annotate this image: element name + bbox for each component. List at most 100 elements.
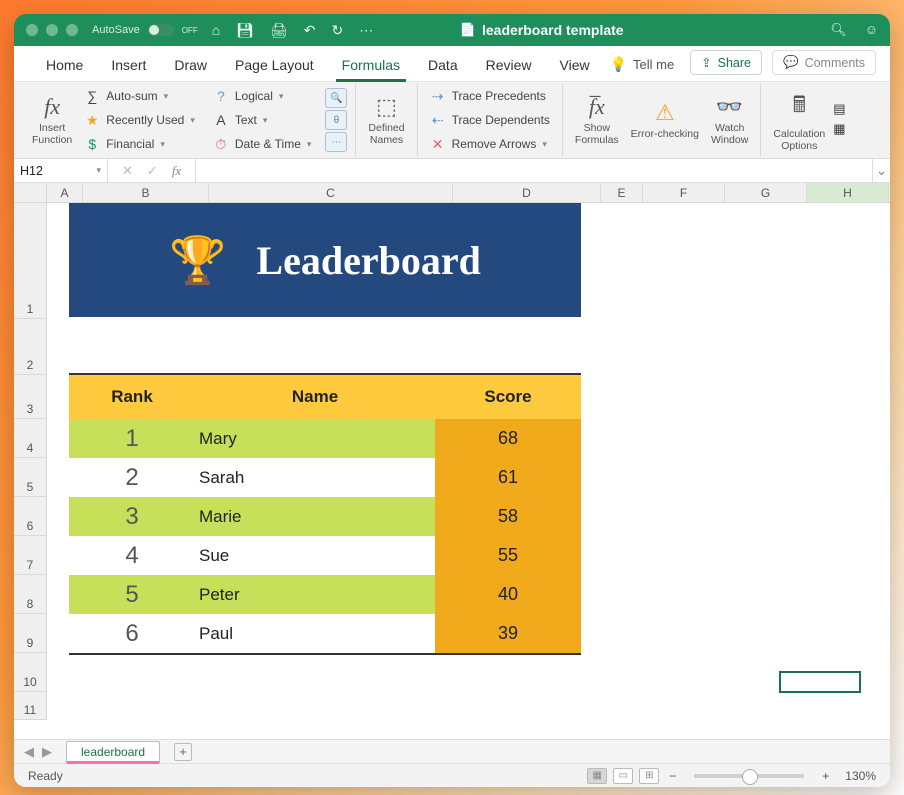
fx-icon[interactable]: fx — [172, 163, 181, 179]
search-icon[interactable]: 🔍︎ — [830, 22, 847, 38]
cell-rank[interactable]: 4 — [69, 542, 195, 570]
row-header-2[interactable]: 2 — [14, 319, 47, 375]
trace-precedents-button[interactable]: ⇢Trace Precedents — [426, 85, 554, 107]
header-score: Score — [435, 387, 581, 407]
save-icon[interactable]: 💾︎ — [236, 22, 254, 39]
accept-formula-icon[interactable]: ✓ — [147, 163, 158, 179]
row-header-10[interactable]: 10 — [14, 653, 47, 692]
autosave-toggle[interactable]: AutoSave OFF — [92, 24, 198, 36]
cell-score[interactable]: 58 — [435, 497, 581, 536]
minimize-window-button[interactable] — [46, 24, 58, 36]
cancel-formula-icon[interactable]: ✕ — [122, 163, 133, 179]
cell-rank[interactable]: 6 — [69, 620, 195, 648]
row-header-4[interactable]: 4 — [14, 419, 47, 458]
name-box[interactable]: H12 ▾ — [14, 159, 108, 182]
row-header-9[interactable]: 9 — [14, 614, 47, 653]
tab-page-layout[interactable]: Page Layout — [221, 57, 328, 81]
tab-formulas[interactable]: Formulas — [328, 57, 414, 81]
show-formulas-button[interactable]: f̅x Show Formulas — [571, 94, 623, 146]
cell-score[interactable]: 39 — [435, 614, 581, 653]
cell-name[interactable]: Sue — [195, 546, 435, 566]
cell-score[interactable]: 61 — [435, 458, 581, 497]
normal-view-button[interactable]: ▦ — [587, 768, 607, 784]
expand-formula-bar[interactable]: ⌄ — [872, 159, 890, 182]
autosum-button[interactable]: ∑Auto-sum▾ — [80, 85, 199, 107]
row-header-3[interactable]: 3 — [14, 375, 47, 419]
comments-button[interactable]: 💬 Comments — [772, 50, 876, 75]
maximize-window-button[interactable] — [66, 24, 78, 36]
defined-names-button[interactable]: ⬚ Defined Names — [364, 94, 408, 146]
cell-score[interactable]: 68 — [435, 419, 581, 458]
select-all-corner[interactable] — [14, 183, 47, 202]
math-button[interactable]: θ — [325, 110, 347, 130]
calc-sheet-button[interactable]: ▦ — [833, 121, 851, 139]
recently-used-button[interactable]: ★Recently Used▾ — [80, 109, 199, 131]
page-layout-view-button[interactable]: ▭ — [613, 768, 633, 784]
column-header-F[interactable]: F — [643, 183, 725, 202]
trace-dependents-button[interactable]: ⇠Trace Dependents — [426, 109, 554, 131]
watch-window-button[interactable]: 👓 Watch Window — [707, 94, 752, 146]
calculation-options-button[interactable]: 🖩 Calculation Options — [769, 88, 829, 152]
column-header-E[interactable]: E — [601, 183, 643, 202]
row-header-11[interactable]: 11 — [14, 692, 47, 720]
cell-name[interactable]: Paul — [195, 624, 435, 644]
sheet-tab-leaderboard[interactable]: leaderboard — [66, 741, 160, 763]
column-header-B[interactable]: B — [83, 183, 209, 202]
logical-button[interactable]: ?Logical▾ — [209, 85, 316, 107]
close-window-button[interactable] — [26, 24, 38, 36]
column-header-A[interactable]: A — [47, 183, 83, 202]
tab-data[interactable]: Data — [414, 57, 472, 81]
cell-name[interactable]: Marie — [195, 507, 435, 527]
more-functions-button[interactable]: ⋯ — [325, 132, 347, 152]
column-header-H[interactable]: H — [807, 183, 889, 202]
tab-draw[interactable]: Draw — [160, 57, 221, 81]
share-button[interactable]: ⇪ Share — [690, 50, 762, 75]
zoom-slider[interactable] — [694, 774, 804, 778]
cell-score[interactable]: 55 — [435, 536, 581, 575]
zoom-in-button[interactable]: + — [818, 769, 833, 783]
column-header-C[interactable]: C — [209, 183, 453, 202]
zoom-out-button[interactable]: − — [665, 769, 680, 783]
row-header-7[interactable]: 7 — [14, 536, 47, 575]
active-cell[interactable] — [779, 671, 861, 693]
row-header-1[interactable]: 1 — [14, 203, 47, 319]
text-button[interactable]: AText▾ — [209, 109, 316, 131]
financial-button[interactable]: $Financial▾ — [80, 133, 199, 155]
insert-function-button[interactable]: fx Insert Function — [28, 94, 76, 146]
sheet-nav-prev[interactable]: ◀ — [20, 744, 38, 760]
cells-area[interactable]: 🏆 Leaderboard Rank Name Score 1Mary682Sa… — [47, 203, 890, 739]
date-time-button[interactable]: ⏱Date & Time▾ — [209, 133, 316, 155]
remove-arrows-button[interactable]: ✕Remove Arrows▾ — [426, 133, 554, 155]
home-icon[interactable]: ⌂ — [212, 22, 220, 38]
chevron-down-icon: ▾ — [279, 91, 284, 102]
row-header-5[interactable]: 5 — [14, 458, 47, 497]
row-header-6[interactable]: 6 — [14, 497, 47, 536]
column-header-G[interactable]: G — [725, 183, 807, 202]
account-icon[interactable]: ☺ — [865, 22, 878, 38]
sheet-nav-next[interactable]: ▶ — [38, 744, 56, 760]
zoom-level[interactable]: 130% — [845, 769, 876, 783]
cell-name[interactable]: Mary — [195, 429, 435, 449]
cell-rank[interactable]: 1 — [69, 425, 195, 453]
tab-review[interactable]: Review — [472, 57, 546, 81]
column-header-D[interactable]: D — [453, 183, 601, 202]
cell-score[interactable]: 40 — [435, 575, 581, 614]
cell-rank[interactable]: 5 — [69, 581, 195, 609]
cell-name[interactable]: Sarah — [195, 468, 435, 488]
tab-view[interactable]: View — [546, 57, 604, 81]
add-sheet-button[interactable]: + — [174, 743, 192, 761]
chevron-down-icon: ▾ — [307, 139, 312, 150]
row-header-8[interactable]: 8 — [14, 575, 47, 614]
calc-now-button[interactable]: ▤ — [833, 101, 851, 119]
cell-rank[interactable]: 2 — [69, 464, 195, 492]
cell-rank[interactable]: 3 — [69, 503, 195, 531]
cell-name[interactable]: Peter — [195, 585, 435, 605]
tell-me-search[interactable]: 💡 Tell me — [610, 56, 675, 81]
page-break-view-button[interactable]: ⊞ — [639, 768, 659, 784]
tab-insert[interactable]: Insert — [97, 57, 160, 81]
lookup-button[interactable]: 🔍 — [325, 88, 347, 108]
error-checking-button[interactable]: ⚠ Error-checking — [627, 100, 703, 140]
spreadsheet-grid: ABCDEFGH 1234567891011 🏆 Leaderboard Ran… — [14, 183, 890, 739]
autosave-label: AutoSave — [92, 24, 140, 36]
tab-home[interactable]: Home — [32, 57, 97, 81]
